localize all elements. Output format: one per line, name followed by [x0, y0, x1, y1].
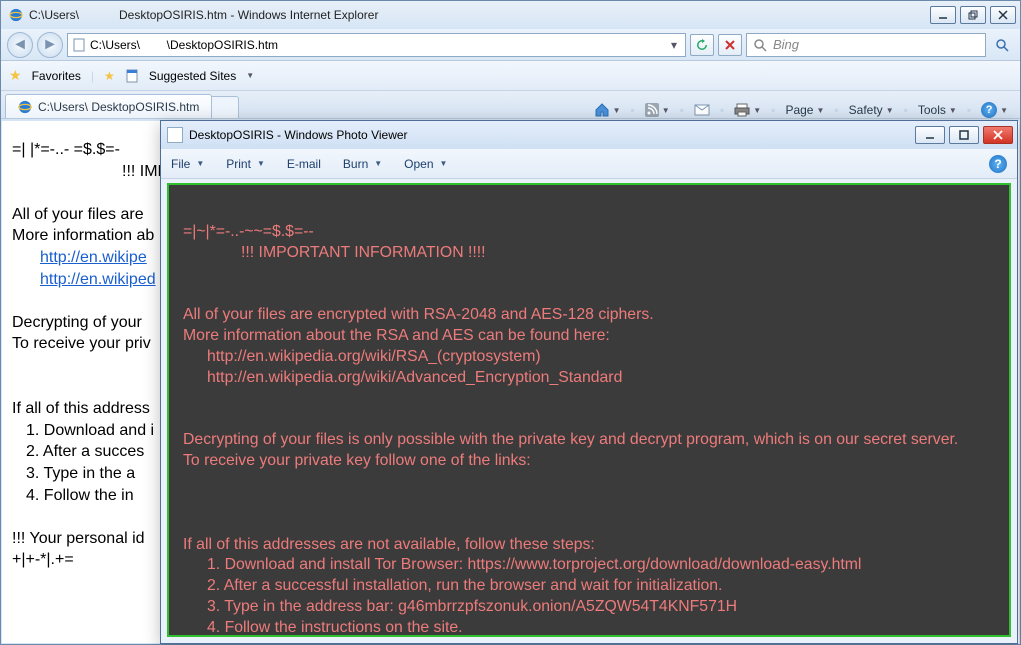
tab-label: C:\Users\ DesktopOSIRIS.htm: [38, 100, 199, 114]
note-l5: If all of this addresses are not availab…: [183, 535, 995, 556]
address-input[interactable]: [90, 38, 667, 52]
pv-close-button[interactable]: [983, 126, 1013, 144]
restore-button[interactable]: [960, 6, 986, 24]
note-header: !!! IMPORTANT INFORMATION !!!!: [183, 243, 995, 264]
note-s3: 3. Type in the address bar: g46mbrrzpfsz…: [183, 597, 995, 618]
suggested-sites-link[interactable]: Suggested Sites: [149, 69, 236, 83]
wiki-link-1[interactable]: http://en.wikipe: [40, 249, 147, 266]
note-l4: To receive your private key follow one o…: [183, 451, 995, 472]
wiki-link-2[interactable]: http://en.wikiped: [40, 271, 156, 288]
ie-logo-icon: [9, 8, 23, 22]
suggested-star-icon: ★: [104, 69, 115, 83]
forward-button[interactable]: ►: [37, 32, 63, 58]
note-l2: More information about the RSA and AES c…: [183, 326, 995, 347]
refresh-button[interactable]: [690, 34, 714, 56]
ie-title-path: C:\Users\: [29, 8, 79, 22]
stop-button[interactable]: [718, 34, 742, 56]
tools-menu[interactable]: Tools▼: [918, 103, 957, 117]
ransom-note-image: =|~|*=-..-~~=$.$=--!!! IMPORTANT INFORMA…: [167, 183, 1011, 637]
ie-tab-icon: [18, 100, 32, 114]
search-box[interactable]: Bing: [746, 33, 986, 57]
pv-file-menu[interactable]: File▼: [171, 157, 204, 171]
browser-tab[interactable]: C:\Users\ DesktopOSIRIS.htm: [5, 94, 212, 118]
favorites-label[interactable]: Favorites: [32, 69, 81, 83]
search-icon: [753, 38, 767, 52]
note-url1: http://en.wikipedia.org/wiki/RSA_(crypto…: [183, 347, 995, 368]
pv-burn-menu[interactable]: Burn▼: [343, 157, 382, 171]
ie-nav-bar: ◄ ► ▾ Bing: [1, 29, 1020, 61]
note-l3: Decrypting of your files is only possibl…: [183, 430, 995, 451]
close-button[interactable]: [990, 6, 1016, 24]
pv-app-icon: [167, 127, 183, 143]
address-dropdown-icon[interactable]: ▾: [667, 38, 681, 52]
back-button[interactable]: ◄: [7, 32, 33, 58]
pv-print-menu[interactable]: Print▼: [226, 157, 265, 171]
pv-titlebar[interactable]: DesktopOSIRIS - Windows Photo Viewer: [161, 121, 1017, 149]
command-bar: ▼ ▪ ▼ ▪ ▪ ▼ ▪ Page▼ ▪ Safety▼ ▪ Tools▼ ▪…: [239, 102, 1016, 118]
ie-tab-strip: C:\Users\ DesktopOSIRIS.htm ▼ ▪ ▼ ▪ ▪ ▼ …: [1, 91, 1020, 119]
favorites-bar: ★ Favorites | ★ Suggested Sites ▼: [1, 61, 1020, 91]
safety-menu[interactable]: Safety▼: [849, 103, 894, 117]
help-button[interactable]: ?▼: [981, 102, 1008, 118]
suggested-dropdown-icon[interactable]: ▼: [246, 71, 254, 80]
note-url2: http://en.wikipedia.org/wiki/Advanced_En…: [183, 368, 995, 389]
page-menu[interactable]: Page▼: [785, 103, 824, 117]
read-mail-button[interactable]: [694, 104, 710, 116]
pv-open-menu[interactable]: Open▼: [404, 157, 447, 171]
ie-title-file: DesktopOSIRIS.htm - Windows Internet Exp…: [119, 8, 378, 22]
pv-help-button[interactable]: ?: [989, 155, 1007, 173]
note-s4: 4. Follow the instructions on the site.: [183, 618, 995, 637]
favorites-star-icon[interactable]: ★: [9, 67, 22, 84]
ie-titlebar: C:\Users\ DesktopOSIRIS.htm - Windows In…: [1, 1, 1020, 29]
pv-title-text: DesktopOSIRIS - Windows Photo Viewer: [189, 128, 408, 142]
note-s1: 1. Download and install Tor Browser: htt…: [183, 555, 995, 576]
pv-maximize-button[interactable]: [949, 126, 979, 144]
minimize-button[interactable]: [930, 6, 956, 24]
feeds-button[interactable]: ▼: [645, 103, 670, 117]
pv-minimize-button[interactable]: [915, 126, 945, 144]
page-icon: [72, 38, 86, 52]
search-go-button[interactable]: [990, 34, 1014, 56]
print-button[interactable]: ▼: [734, 103, 761, 117]
new-tab-button[interactable]: [211, 96, 239, 118]
pv-menu-bar: File▼ Print▼ E-mail Burn▼ Open▼ ?: [161, 149, 1017, 179]
note-decor-top: =|~|*=-..-~~=$.$=--: [183, 222, 995, 243]
home-button[interactable]: ▼: [594, 102, 621, 118]
search-placeholder: Bing: [773, 37, 799, 52]
address-bar[interactable]: ▾: [67, 33, 686, 57]
note-s2: 2. After a successful installation, run …: [183, 576, 995, 597]
photo-viewer-window: DesktopOSIRIS - Windows Photo Viewer Fil…: [160, 120, 1018, 644]
pv-email-menu[interactable]: E-mail: [287, 157, 321, 171]
note-l1: All of your files are encrypted with RSA…: [183, 305, 995, 326]
suggested-page-icon: [125, 69, 139, 83]
